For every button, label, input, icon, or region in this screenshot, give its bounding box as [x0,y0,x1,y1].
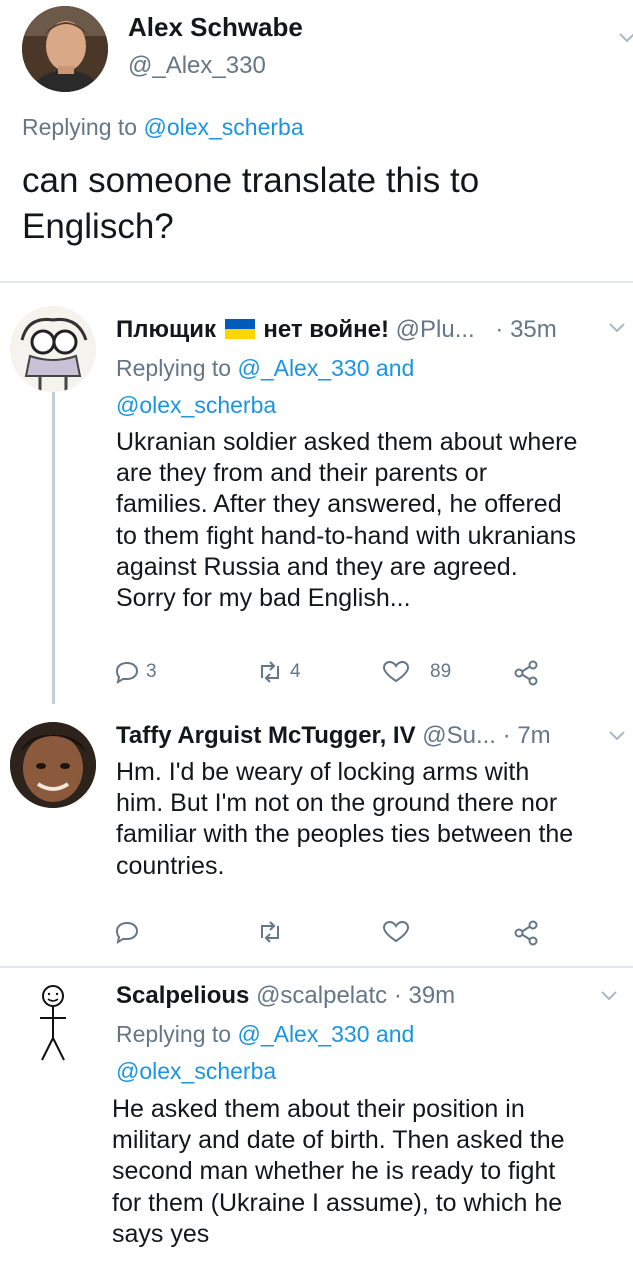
and-text[interactable]: and [376,355,414,381]
author-handle[interactable]: @Plu... [396,316,475,343]
timestamp[interactable]: · 7m [503,722,551,749]
retweet-icon [261,661,279,683]
reply-1-header: Плющик нет войне! @Plu... · 35m [116,316,557,344]
and-text[interactable]: and [376,1021,414,1047]
tweet-text-line: countries. [116,851,225,880]
chevron-down-icon[interactable] [600,990,618,1002]
reply-icon [115,921,139,944]
retweet-button[interactable]: 4 [256,660,301,684]
share-icon [514,660,538,686]
like-icon [382,920,410,943]
like-count: 89 [430,661,452,682]
author-name[interactable]: Taffy Arguist McTugger, IV [116,722,416,749]
retweet-button[interactable] [256,920,284,944]
tweet-text-line: second man whether he is ready to fight [112,1157,556,1186]
replying-prefix: Replying to [22,114,138,140]
mention-link[interactable]: @_Alex_330 [237,1021,369,1047]
like-button[interactable] [382,920,410,944]
avatar-taffy[interactable] [10,722,96,808]
tweet-text-line: families. After they answered, he offere… [116,490,562,519]
timestamp[interactable]: · 35m [495,316,556,343]
chevron-down-icon[interactable] [608,322,626,334]
tweet-text-line: Ukranian soldier asked them about where [116,428,578,456]
reply-2-header: Taffy Arguist McTugger, IV @Su... · 7m [116,722,551,750]
divider [0,281,633,283]
reply-button[interactable] [114,920,140,944]
author-name[interactable]: Scalpelious [116,982,249,1009]
stick-figure-avatar [40,985,66,1061]
reply-3-header: Scalpelious @scalpelatc · 39m [116,982,455,1010]
reply-2-text: Hm. I'd be weary of locking arms with hi… [116,757,573,882]
tweet-text-line: against Russia and they are agreed. [116,552,518,581]
thread-line [52,392,55,704]
replying-prefix: Replying to [116,355,232,381]
author-handle[interactable]: @scalpelatc [256,982,387,1009]
mention-link[interactable]: @olex_scherba [116,1053,414,1090]
avatar-alex-schwabe[interactable] [22,6,108,92]
tweet-text-line: Sorry for my bad English... [116,584,411,613]
replying-to-line: Replying to @olex_scherba [22,114,304,141]
tweet-text-line: says yes [112,1219,210,1248]
timestamp[interactable]: · 39m [394,982,455,1009]
tweet-text-line: He asked them about their position in [112,1095,525,1123]
tweet-text-line: Hm. I'd be weary of locking arms with [116,758,530,786]
mention-link[interactable]: @_Alex_330 [237,355,369,381]
replying-prefix: Replying to [116,1021,232,1047]
replying-to-line: Replying to @_Alex_330 and @olex_scherba [116,350,414,424]
avatar-plyushchik[interactable] [10,306,96,392]
tweet-text-line: for them (Ukraine I assume), to which he [112,1188,563,1217]
reply-count: 3 [146,661,157,682]
cartoon-avatar [10,306,96,392]
like-button[interactable]: 89 [382,660,451,684]
tweet-text-line: Englisch? [22,207,174,246]
mention-link[interactable]: @olex_scherba [116,387,414,424]
reply-button[interactable]: 3 [114,660,157,684]
tweet-text-line: familiar with the peoples ties between t… [116,820,574,849]
author-name[interactable]: Alex Schwabe [128,12,303,43]
ukraine-flag-icon [224,319,255,339]
share-button[interactable] [512,660,540,686]
tweet-text-line: him. But I'm not on the ground there nor [116,789,558,818]
tweet-text-line: can someone translate this to [22,161,480,200]
author-name[interactable]: Плющик [116,316,216,343]
mention-link[interactable]: @olex_scherba [143,114,303,140]
chevron-down-icon[interactable] [608,730,626,742]
share-button[interactable] [512,920,540,946]
replying-to-line: Replying to @_Alex_330 and @olex_scherba [116,1016,414,1090]
profile-photo [22,6,108,92]
share-icon [514,920,538,946]
author-handle[interactable]: @Su... [422,722,496,749]
retweet-count: 4 [290,661,301,682]
like-icon [382,660,410,683]
reply-1-text: Ukranian soldier asked them about where … [116,427,577,614]
author-handle[interactable]: @_Alex_330 [128,52,266,80]
reply-icon [115,661,139,684]
author-name-suffix[interactable]: нет войне! [263,316,389,343]
chevron-down-icon[interactable] [618,32,633,44]
tweet-text-line: to them fight hand-to-hand with ukranian… [116,521,576,550]
avatar-scalpelious[interactable] [10,980,96,1066]
profile-photo [10,722,96,808]
reply-3-text: He asked them about their position in mi… [112,1094,565,1250]
divider [0,966,633,968]
retweet-icon [261,921,279,943]
tweet-text-line: are they from and their parents or [116,459,488,488]
tweet-text-line: military and date of birth. Then asked t… [112,1126,565,1155]
tweet-text: can someone translate this to Englisch? [22,158,479,250]
